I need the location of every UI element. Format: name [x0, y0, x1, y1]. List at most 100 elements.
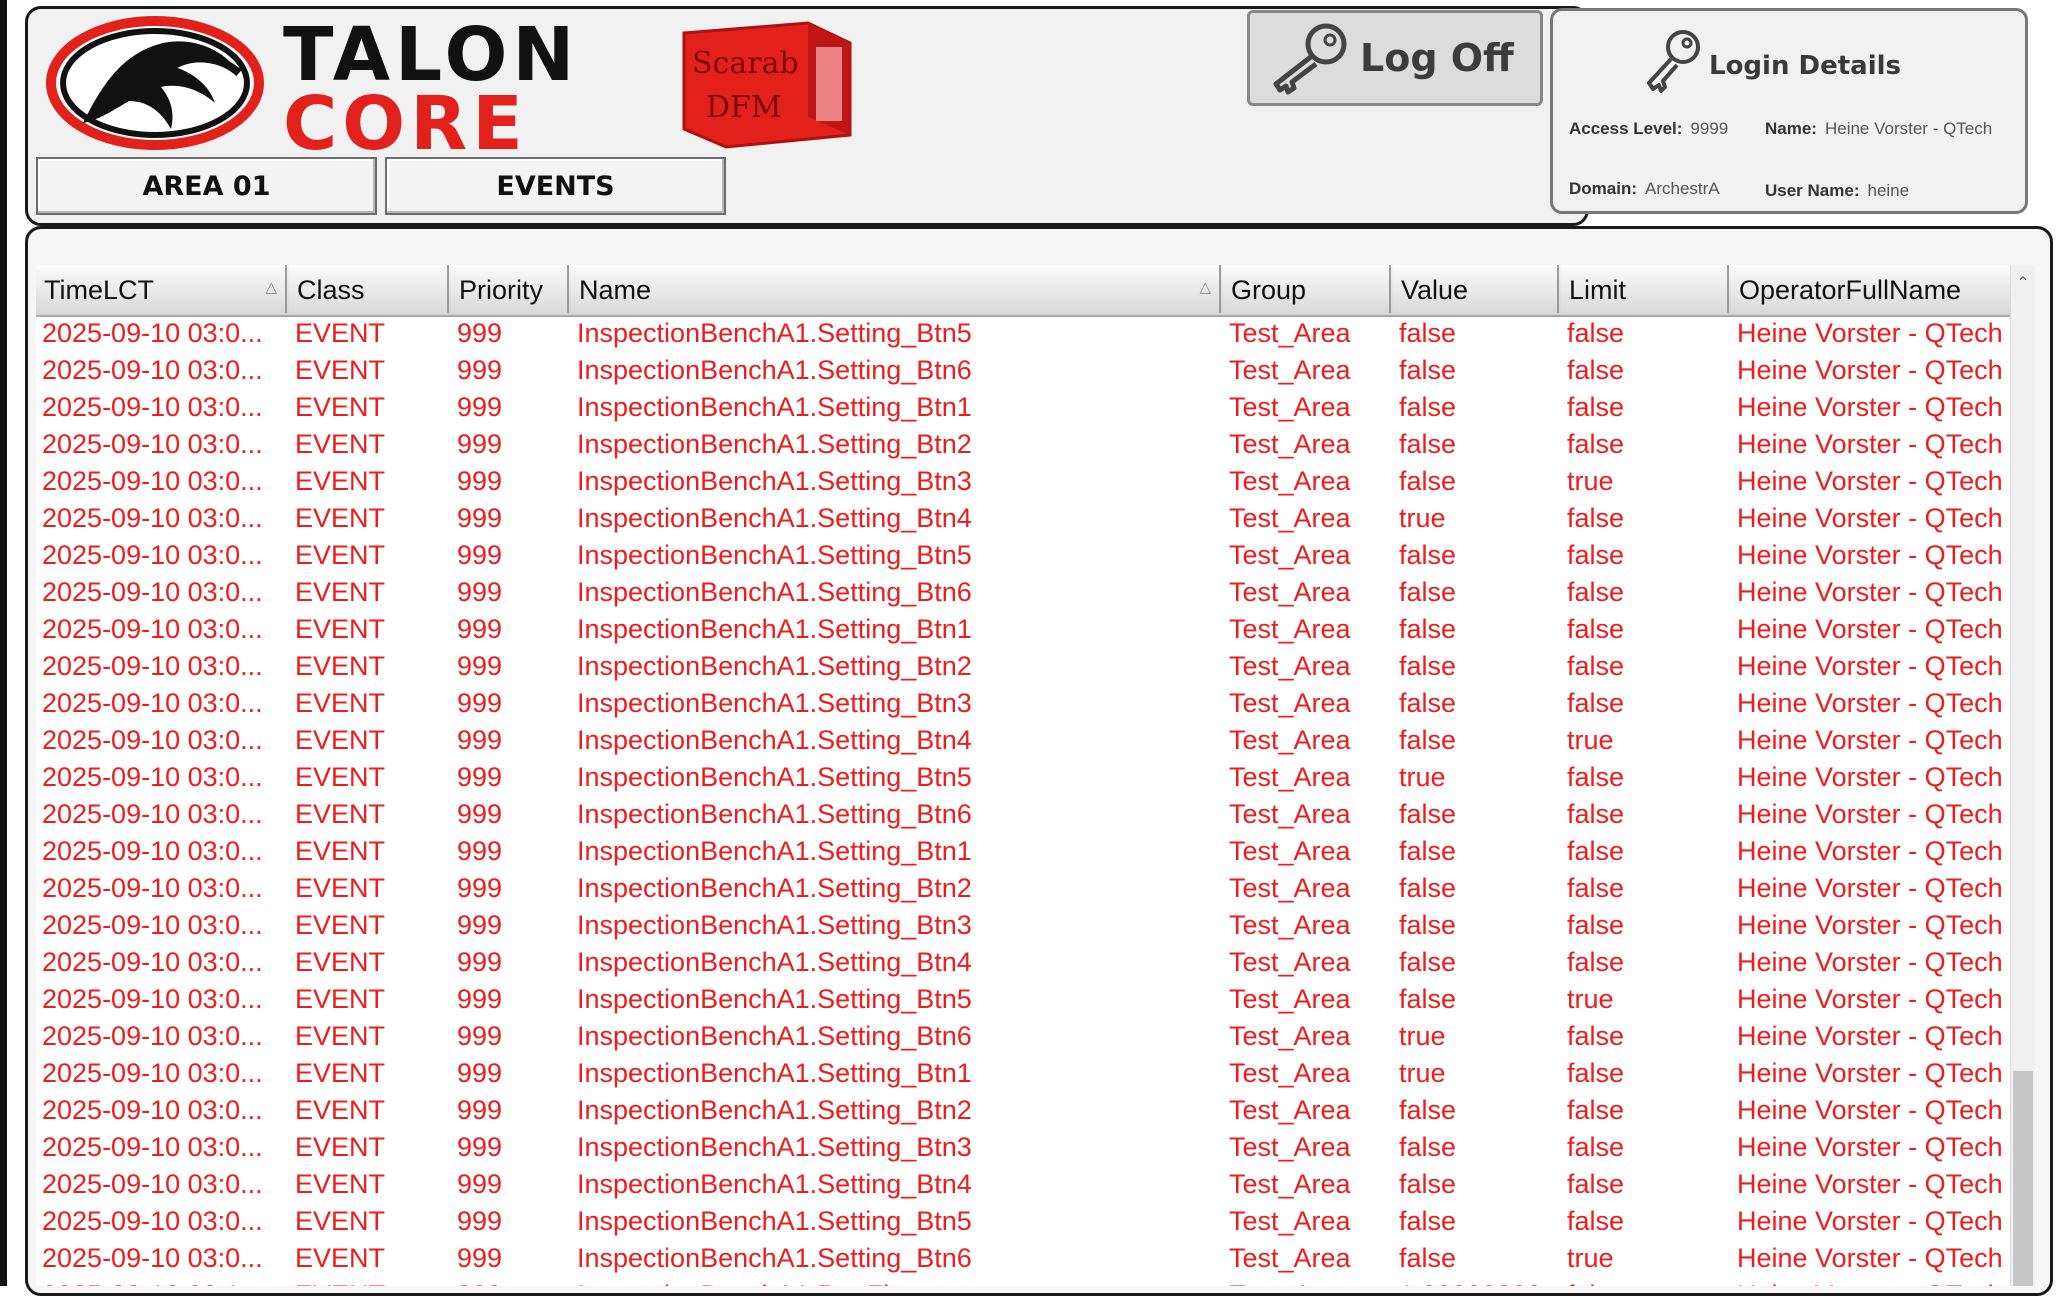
cell-group: Test_Area: [1229, 762, 1351, 792]
cell-operator: Heine Vorster - QTech: [1737, 577, 2003, 607]
cell-operator: Heine Vorster - QTech: [1737, 688, 2003, 718]
cell-operator: Heine Vorster - QTech: [1737, 614, 2003, 644]
cell-group: Test_Area: [1229, 947, 1351, 977]
table-row[interactable]: 2025-09-10 03:0... EVENT 999 InspectionBenc…: [36, 1055, 2018, 1092]
cell-limit: true: [1567, 466, 1614, 496]
column-header-timelct[interactable]: TimeLCT △: [36, 265, 287, 313]
table-row[interactable]: 2025-09-10 03:0... EVENT 999 InspectionBenc…: [36, 759, 2018, 796]
cell-limit: false: [1567, 540, 1625, 570]
cell-priority: 999: [457, 577, 503, 607]
cell-class: EVENT: [295, 540, 386, 570]
table-row[interactable]: 2025-09-10 03:0... EVENT 999 InspectionBenc…: [36, 722, 2018, 759]
scroll-thumb[interactable]: [2013, 1071, 2033, 1286]
cell-class: EVENT: [295, 762, 386, 792]
table-row[interactable]: 2025-09-10 03:0... EVENT 999 InspectionBenc…: [36, 1092, 2018, 1129]
cell-value: true: [1399, 1021, 1446, 1051]
column-header-priority[interactable]: Priority: [451, 265, 569, 313]
table-row[interactable]: 2025-09-10 03:0... EVENT 999 InspectionBenc…: [36, 500, 2018, 537]
cell-timelct: 2025-09-10 03:0...: [42, 651, 263, 681]
table-row[interactable]: 2025-09-10 03:0... EVENT 999 InspectionBenc…: [36, 648, 2018, 685]
table-row[interactable]: 2025-09-10 03:0... EVENT 999 InspectionBenc…: [36, 944, 2018, 981]
cell-priority: 999: [457, 799, 503, 829]
cell-name: InspectionBenchA1.Setting_Btn5: [577, 540, 972, 570]
column-header-group[interactable]: Group: [1223, 265, 1391, 313]
table-row[interactable]: 2025-09-10 03:0... EVENT 999 InspectionBenc…: [36, 870, 2018, 907]
cell-limit: false: [1567, 614, 1625, 644]
cell-class: EVENT: [295, 429, 386, 459]
table-row[interactable]: 2025-09-10 03:0... EVENT 999 InspectionBenc…: [36, 352, 2018, 389]
key-icon: [1273, 23, 1347, 95]
table-row[interactable]: 2025-09-10 03:0... EVENT 999 InspectionBenc…: [36, 574, 2018, 611]
log-off-button[interactable]: Log Off: [1247, 10, 1543, 106]
cell-limit: true: [1567, 984, 1614, 1014]
username-field: User Name: heine: [1765, 181, 1909, 201]
cell-name: InspectionBenchA1.Setting_Btn2: [577, 1095, 972, 1125]
table-row[interactable]: 2025-09-10 03:0... EVENT 999 InspectionBenc…: [36, 1240, 2018, 1277]
cell-class: EVENT: [295, 910, 386, 940]
table-row[interactable]: 2025-09-10 03:0... EVENT 999 InspectionBenc…: [36, 426, 2018, 463]
cell-limit: false: [1567, 1206, 1625, 1236]
cell-group: Test_Area: [1229, 836, 1351, 866]
column-header-operatorfullname[interactable]: OperatorFullName: [1731, 265, 2018, 313]
access-level-value: 9999: [1690, 119, 1729, 138]
cell-timelct: 2025-09-10 03:0...: [42, 799, 263, 829]
table-row[interactable]: 2025-09-10 03:0... EVENT 999 InspectionBenc…: [36, 611, 2018, 648]
cell-priority: 999: [457, 318, 503, 348]
table-row[interactable]: 2025-09-10 03:0... EVENT 999 InspectionBenc…: [36, 833, 2018, 870]
table-row[interactable]: 2025-09-10 03:0... EVENT 999 InspectionBenc…: [36, 685, 2018, 722]
cell-priority: 999: [457, 1021, 503, 1051]
cell-priority: 999: [457, 1169, 503, 1199]
vertical-scrollbar[interactable]: ⌃: [2010, 265, 2035, 1286]
scroll-up-icon[interactable]: ⌃: [2011, 273, 2035, 293]
cell-priority: 999: [451, 1277, 569, 1286]
table-row[interactable]: 2025-09-10 03:0... EVENT 999 InspectionBenc…: [36, 981, 2018, 1018]
events-button[interactable]: EVENTS: [385, 157, 726, 215]
cell-value: true: [1399, 762, 1446, 792]
table-row[interactable]: 2025-09-10 03:1...EVENT999InspectionBenc…: [36, 1277, 2018, 1286]
cell-operator: Heine Vorster - QTech: [1737, 1243, 2003, 1273]
cell-priority: 999: [457, 984, 503, 1014]
column-header-class[interactable]: Class: [289, 265, 449, 313]
table-row[interactable]: 2025-09-10 03:0... EVENT 999 InspectionBenc…: [36, 537, 2018, 574]
cell-priority: 999: [457, 1132, 503, 1162]
cell-priority: 999: [457, 355, 503, 385]
table-row[interactable]: 2025-09-10 03:0... EVENT 999 InspectionBenc…: [36, 389, 2018, 426]
cell-class: EVENT: [295, 1095, 386, 1125]
cell-priority: 999: [457, 1243, 503, 1273]
column-header-limit[interactable]: Limit: [1561, 265, 1729, 313]
cell-operator: Heine Vorster - QTech: [1737, 318, 2003, 348]
cell-operator: Heine Vorster - QTech: [1737, 1058, 2003, 1088]
login-details-title: Login Details: [1709, 51, 1902, 81]
table-row[interactable]: 2025-09-10 03:0... EVENT 999 InspectionBenc…: [36, 463, 2018, 500]
cell-name: InspectionBenchA1.Setting_Btn3: [577, 910, 972, 940]
cell-group: Test_Area: [1229, 1169, 1351, 1199]
cell-class: EVENT: [295, 466, 386, 496]
cell-timelct: 2025-09-10 03:0...: [42, 1132, 263, 1162]
table-row[interactable]: 2025-09-10 03:0... EVENT 999 InspectionBenc…: [36, 1203, 2018, 1240]
domain-label: Domain:: [1569, 179, 1637, 198]
column-header-label: Limit: [1569, 275, 1627, 305]
cell-timelct: 2025-09-10 03:0...: [42, 762, 263, 792]
table-row[interactable]: 2025-09-10 03:0... EVENT 999 InspectionBenc…: [36, 907, 2018, 944]
cell-value: 1.00000000: [1393, 1277, 1559, 1286]
cell-name: InspectionBenchA1.Setting_Btn1: [577, 392, 972, 422]
cell-limit: false: [1567, 873, 1625, 903]
column-header-value[interactable]: Value: [1393, 265, 1559, 313]
cell-timelct: 2025-09-10 03:0...: [42, 910, 263, 940]
cell-operator: Heine Vorster - QTech: [1737, 503, 2003, 533]
area-01-button[interactable]: AREA 01: [36, 157, 377, 215]
cell-group: Test_Area: [1229, 503, 1351, 533]
column-header-label: TimeLCT: [44, 275, 155, 305]
table-row[interactable]: 2025-09-10 03:0... EVENT 999 InspectionBenc…: [36, 1018, 2018, 1055]
cell-value: false: [1399, 318, 1457, 348]
table-row[interactable]: 2025-09-10 03:0... EVENT 999 InspectionBenc…: [36, 1166, 2018, 1203]
cell-limit: false: [1567, 1169, 1625, 1199]
cell-name: InspectionBenchA1.Setting_Btn2: [577, 429, 972, 459]
table-row[interactable]: 2025-09-10 03:0... EVENT 999 InspectionBenc…: [36, 315, 2018, 352]
table-row[interactable]: 2025-09-10 03:0... EVENT 999 InspectionBenc…: [36, 1129, 2018, 1166]
column-header-name[interactable]: Name △: [571, 265, 1221, 313]
cell-class: EVENT: [295, 799, 386, 829]
table-row[interactable]: 2025-09-10 03:0... EVENT 999 InspectionBenc…: [36, 796, 2018, 833]
cell-class: EVENT: [295, 1132, 386, 1162]
cell-limit: false: [1567, 688, 1625, 718]
